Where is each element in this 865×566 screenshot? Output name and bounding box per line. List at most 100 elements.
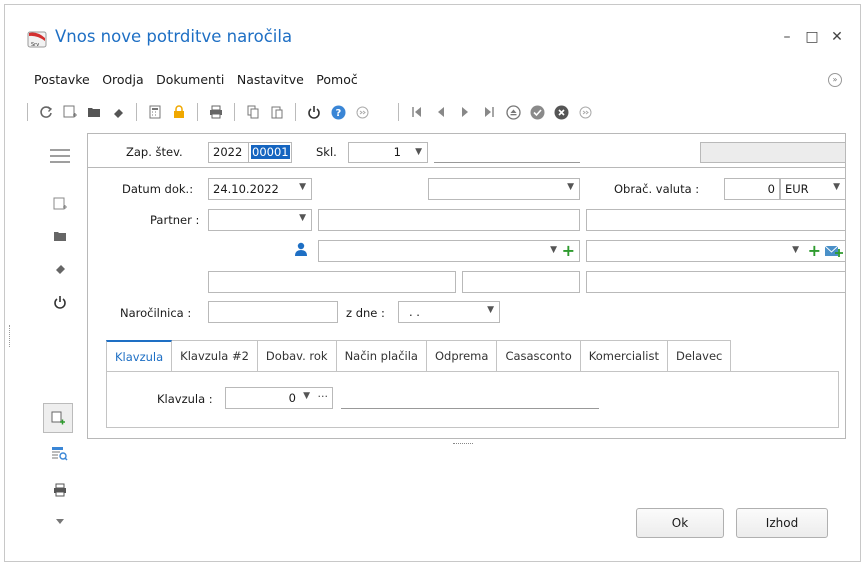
search-list-icon[interactable] bbox=[49, 443, 71, 465]
side-panel bbox=[9, 135, 85, 545]
confirm-icon[interactable] bbox=[528, 103, 546, 121]
more-icon[interactable] bbox=[576, 103, 594, 121]
currency-value: EUR bbox=[785, 182, 809, 196]
tab-dobav-rok[interactable]: Dobav. rok bbox=[257, 340, 337, 372]
currency-select[interactable]: EUR ▼ bbox=[780, 178, 846, 200]
chevron-down-icon: ▼ bbox=[792, 245, 799, 255]
eraser-icon[interactable] bbox=[49, 257, 71, 279]
cancel-icon[interactable] bbox=[552, 103, 570, 121]
chevron-down-icon: ▼ bbox=[299, 182, 306, 192]
contact-person-icon[interactable] bbox=[294, 242, 308, 256]
tab-klavzula-2[interactable]: Klavzula #2 bbox=[172, 340, 258, 372]
tab-klavzula[interactable]: Klavzula bbox=[106, 340, 173, 372]
resize-grip[interactable] bbox=[453, 443, 473, 445]
first-record-icon[interactable] bbox=[408, 103, 426, 121]
menu-dokumenti[interactable]: Dokumenti bbox=[156, 72, 224, 87]
klavzula-label: Klavzula : bbox=[157, 392, 213, 406]
narocilnica-field[interactable] bbox=[208, 301, 338, 323]
paste-icon[interactable] bbox=[268, 103, 286, 121]
add-email-icon[interactable] bbox=[824, 244, 843, 261]
zap-number-selected: 00001 bbox=[251, 145, 290, 159]
city-field[interactable] bbox=[586, 271, 846, 293]
collapse-ribbon-icon[interactable]: » bbox=[828, 73, 842, 87]
partner-code-select[interactable]: ▼ bbox=[208, 209, 312, 231]
datum-field[interactable]: 24.10.2022 ▼ bbox=[208, 178, 312, 200]
chevron-down-icon: ▼ bbox=[299, 213, 306, 223]
app-logo-icon: Srv bbox=[27, 31, 47, 48]
hamburger-menu-icon[interactable] bbox=[49, 145, 71, 167]
partner-label: Partner : bbox=[150, 213, 200, 227]
zdne-field[interactable]: . . ▼ bbox=[398, 301, 500, 323]
add-contact-icon[interactable]: + bbox=[562, 241, 575, 260]
lock-icon[interactable] bbox=[170, 103, 188, 121]
window-title: Vnos nove potrditve naročila bbox=[55, 27, 293, 46]
tab-casasconto[interactable]: Casasconto bbox=[497, 340, 581, 372]
chevron-down-icon: ▼ bbox=[550, 245, 557, 255]
eraser-icon[interactable] bbox=[109, 103, 127, 121]
izhod-button[interactable]: Izhod bbox=[736, 508, 828, 538]
chevron-down-icon: ▼ bbox=[567, 182, 574, 192]
new-document-icon[interactable] bbox=[61, 103, 79, 121]
print-icon[interactable] bbox=[49, 479, 71, 501]
splitter-handle[interactable] bbox=[9, 325, 10, 347]
menu-orodja[interactable]: Orodja bbox=[102, 72, 143, 87]
chevron-down-icon: ▼ bbox=[303, 391, 310, 401]
toolbar-separator bbox=[398, 103, 399, 121]
menu-pomoc[interactable]: Pomoč bbox=[316, 72, 357, 87]
calculator-icon[interactable] bbox=[146, 103, 164, 121]
maximize-button[interactable]: □ bbox=[803, 29, 821, 45]
ok-button[interactable]: Ok bbox=[636, 508, 724, 538]
tab-komercialist[interactable]: Komercialist bbox=[580, 340, 668, 372]
chevron-down-icon: ▼ bbox=[833, 182, 840, 192]
menu-bar: Postavke Orodja Dokumenti Nastavitve Pom… bbox=[34, 72, 367, 92]
toolbar-separator bbox=[234, 103, 235, 121]
postal-field[interactable] bbox=[462, 271, 580, 293]
zdne-value: . . bbox=[409, 305, 420, 319]
ellipsis-button[interactable]: ··· bbox=[318, 390, 329, 403]
address-line-field[interactable] bbox=[208, 271, 456, 293]
menu-nastavitve[interactable]: Nastavitve bbox=[237, 72, 304, 87]
open-folder-icon[interactable] bbox=[49, 225, 71, 247]
refresh-icon[interactable] bbox=[37, 103, 55, 121]
power-icon[interactable] bbox=[49, 291, 71, 313]
skl-select[interactable]: 1 ▼ bbox=[348, 142, 428, 163]
toolbar-separator bbox=[136, 103, 137, 121]
previous-record-icon[interactable] bbox=[432, 103, 450, 121]
datum-label: Datum dok.: bbox=[122, 182, 194, 196]
print-icon[interactable] bbox=[207, 103, 225, 121]
menu-postavke[interactable]: Postavke bbox=[34, 72, 90, 87]
tab-nacin-placila[interactable]: Način plačila bbox=[336, 340, 427, 372]
last-record-icon[interactable] bbox=[480, 103, 498, 121]
address-select[interactable]: ▼ + bbox=[586, 240, 846, 262]
new-document-icon[interactable] bbox=[49, 193, 71, 215]
help-icon[interactable]: ? bbox=[329, 103, 347, 121]
partner-name-field[interactable] bbox=[318, 209, 580, 231]
chevron-down-icon[interactable] bbox=[49, 511, 71, 533]
more-icon[interactable] bbox=[353, 103, 371, 121]
open-folder-icon[interactable] bbox=[85, 103, 103, 121]
eject-icon[interactable] bbox=[504, 103, 522, 121]
dialog-window: Srv Vnos nove potrditve naročila – □ ✕ P… bbox=[4, 4, 861, 562]
klavzula-value: 0 bbox=[288, 391, 296, 405]
klavzula-desc-underline bbox=[341, 408, 599, 409]
zap-number-field[interactable]: 00001 bbox=[248, 142, 292, 163]
chevron-down-icon: ▼ bbox=[487, 305, 494, 315]
tab-odprema[interactable]: Odprema bbox=[426, 340, 498, 372]
obrac-valuta-field[interactable]: 0 bbox=[724, 178, 780, 200]
partner-extra-field[interactable] bbox=[586, 209, 846, 231]
tab-delavec[interactable]: Delavec bbox=[667, 340, 732, 372]
close-button[interactable]: ✕ bbox=[828, 29, 846, 45]
copy-icon[interactable] bbox=[244, 103, 262, 121]
add-address-icon[interactable]: + bbox=[808, 241, 821, 260]
contact-select[interactable]: ▼ + bbox=[318, 240, 580, 262]
document-type-select[interactable]: ▼ bbox=[428, 178, 580, 200]
minimize-button[interactable]: – bbox=[778, 29, 796, 45]
skl-name-underline bbox=[434, 162, 580, 163]
klavzula-select[interactable]: 0 ▼ ··· bbox=[225, 387, 333, 409]
zap-stev-label: Zap. štev. bbox=[126, 145, 183, 159]
new-record-button[interactable] bbox=[43, 403, 73, 433]
next-record-icon[interactable] bbox=[456, 103, 474, 121]
svg-text:?: ? bbox=[335, 108, 341, 119]
zap-year-field[interactable]: 2022 bbox=[208, 142, 250, 163]
power-icon[interactable] bbox=[305, 103, 323, 121]
